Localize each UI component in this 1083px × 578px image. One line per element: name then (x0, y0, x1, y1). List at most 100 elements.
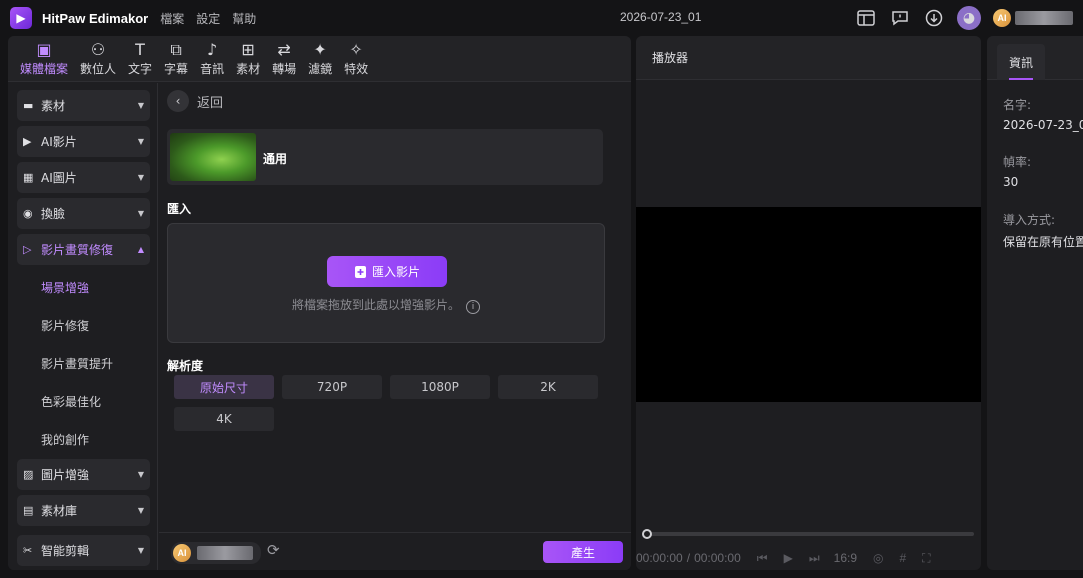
tab-subtitle[interactable]: ⧉ 字幕 (160, 40, 192, 81)
generate-button[interactable]: 產生 (543, 541, 623, 563)
media-icon: ▣ (36, 40, 52, 59)
caret-down-icon: ▼ (137, 137, 144, 146)
import-dropzone[interactable]: 匯入影片 將檔案拖放到此處以增強影片。 i (167, 223, 605, 343)
refresh-icon[interactable]: ⟳ (267, 541, 280, 559)
text-icon: T (135, 40, 145, 59)
caret-down-icon: ▼ (137, 209, 144, 218)
crop-icon[interactable]: # (899, 551, 906, 565)
play-icon[interactable]: ▶ (784, 551, 793, 565)
resolution-2k[interactable]: 2K (498, 375, 598, 399)
main-tabs: ▣ 媒體檔案 ⚇ 數位人 T 文字 ⧉ 字幕 ♪ 音訊 ⊞ 素材 ⇄ 轉場 ✦ 濾鏡 ✧ 特效 (8, 36, 631, 82)
add-file-icon (354, 265, 366, 278)
import-video-button[interactable]: 匯入影片 (327, 256, 447, 287)
subitem-color-optimize[interactable]: 色彩最佳化 (41, 393, 101, 410)
folder-icon: ▬ (23, 99, 34, 112)
subitem-quality-upscale[interactable]: 影片畫質提升 (41, 355, 113, 372)
back-row: ‹ 返回 (167, 90, 223, 112)
player-panel: 播放器 00:00:00 / 00:00:00 ⏮ ▶ ⏭ 16:9 ◎ # ⛶ (636, 36, 981, 570)
menu-settings[interactable]: 設定 (196, 10, 220, 27)
sidebar-item-material[interactable]: ▬ 素材 ▼ (17, 90, 150, 121)
sidebar-item-label: 素材庫 (41, 504, 78, 518)
time-total: 00:00:00 (694, 551, 741, 565)
title-bar: ▶ HitPaw Edimakor 檔案 設定 幫助 2026-07-23_01… (0, 0, 1083, 36)
import-title: 匯入 (167, 202, 192, 216)
credit-cost: AI (171, 542, 261, 564)
previous-frame-icon[interactable]: ⏮ (757, 551, 768, 566)
subitem-scene-enhance[interactable]: 場景增強 (41, 279, 89, 296)
time-separator: / (686, 551, 691, 565)
tab-audio[interactable]: ♪ 音訊 (196, 40, 228, 81)
layout-icon[interactable] (855, 7, 877, 29)
face-swap-icon: ◉ (23, 207, 33, 220)
resolution-1080p[interactable]: 1080P (390, 375, 490, 399)
tab-digital-human[interactable]: ⚇ 數位人 (76, 40, 120, 81)
ai-image-icon: ▦ (23, 171, 34, 184)
sidebar-item-face-swap[interactable]: ◉ 換臉 ▼ (17, 198, 150, 229)
fullscreen-icon[interactable]: ⛶ (922, 551, 930, 566)
camera-icon[interactable]: ◎ (873, 551, 883, 565)
scrubber-handle[interactable] (642, 529, 652, 539)
tab-label: 數位人 (80, 62, 117, 76)
ai-video-icon: ▶ (23, 135, 32, 148)
next-frame-icon[interactable]: ⏭ (809, 551, 820, 566)
credit-balance[interactable]: AI (993, 9, 1073, 27)
caret-down-icon: ▼ (137, 173, 144, 182)
tab-label: 素材 (236, 62, 261, 76)
back-label[interactable]: 返回 (197, 92, 223, 111)
sidebar-item-library[interactable]: ▤ 素材庫 ▼ (17, 495, 150, 526)
music-note-icon: ♪ (206, 40, 218, 59)
sidebar-item-video-enhance[interactable]: ▷ 影片畫質修復 ▲ (17, 234, 150, 265)
redacted-credit (1015, 11, 1073, 25)
tab-media[interactable]: ▣ 媒體檔案 (16, 40, 72, 81)
caret-down-icon: ▼ (137, 101, 144, 110)
tab-filter[interactable]: ✦ 濾鏡 (304, 40, 336, 81)
sidebar-item-ai-video[interactable]: ▶ AI影片 ▼ (17, 126, 150, 157)
import-button-label: 匯入影片 (371, 265, 420, 279)
tab-info[interactable]: 資訊 (997, 44, 1045, 80)
menu-bar: 檔案 設定 幫助 (160, 10, 256, 27)
sidebar-item-ai-image[interactable]: ▦ AI圖片 ▼ (17, 162, 150, 193)
tab-label: 音訊 (200, 62, 225, 76)
sidebar-item-image-enhance[interactable]: ▨ 圖片增強 ▼ (17, 459, 150, 490)
resolution-original[interactable]: 原始尺寸 (174, 375, 274, 399)
caret-up-icon: ▲ (137, 245, 144, 254)
tab-effects[interactable]: ✧ 特效 (340, 40, 372, 81)
subtitle-icon: ⧉ (170, 40, 182, 59)
sidebar-item-smart-edit[interactable]: ✂ 智能剪輯 ▼ (17, 535, 150, 566)
tab-transition[interactable]: ⇄ 轉場 (268, 40, 300, 81)
subitem-my-creations[interactable]: 我的創作 (41, 431, 89, 448)
sidebar-item-label: 素材 (41, 99, 66, 113)
model-card-general[interactable]: 通用 (167, 129, 603, 185)
name-value: 2026-07-23_01 (1003, 118, 1083, 132)
library-icon: ▤ (23, 504, 34, 517)
subitem-video-repair[interactable]: 影片修復 (41, 317, 89, 334)
sidebar-item-label: AI圖片 (41, 171, 77, 185)
import-mode-label: 導入方式: (1003, 213, 1056, 227)
download-icon[interactable] (923, 7, 945, 29)
aspect-ratio-select[interactable]: 16:9 (834, 551, 857, 565)
caret-down-icon: ▼ (137, 546, 144, 555)
tab-assets[interactable]: ⊞ 素材 (232, 40, 264, 81)
tab-label: 文字 (128, 62, 153, 76)
fps-label: 幀率: (1003, 155, 1032, 169)
sidebar-item-label: 智能剪輯 (41, 544, 90, 558)
scissors-icon: ✂ (23, 544, 33, 557)
menu-help[interactable]: 幫助 (232, 10, 256, 27)
tab-label: 特效 (344, 62, 369, 76)
preview-screen[interactable] (636, 207, 981, 402)
tab-text[interactable]: T 文字 (124, 40, 156, 81)
back-arrow-icon[interactable]: ‹ (167, 90, 189, 112)
user-avatar[interactable]: ◕ (957, 6, 981, 30)
video-enhance-icon: ▷ (23, 243, 32, 256)
avatar-person-icon: ⚇ (90, 40, 106, 59)
time-current: 00:00:00 (636, 551, 683, 565)
resolution-4k[interactable]: 4K (174, 407, 274, 431)
resolution-720p[interactable]: 720P (282, 375, 382, 399)
tab-label: 濾鏡 (308, 62, 333, 76)
feedback-icon[interactable] (889, 7, 911, 29)
info-icon[interactable]: i (466, 300, 480, 314)
ai-coin-icon: AI (173, 544, 191, 562)
transition-arrows-icon: ⇄ (277, 40, 291, 59)
timeline-scrubber[interactable] (644, 532, 974, 536)
menu-file[interactable]: 檔案 (160, 10, 184, 27)
